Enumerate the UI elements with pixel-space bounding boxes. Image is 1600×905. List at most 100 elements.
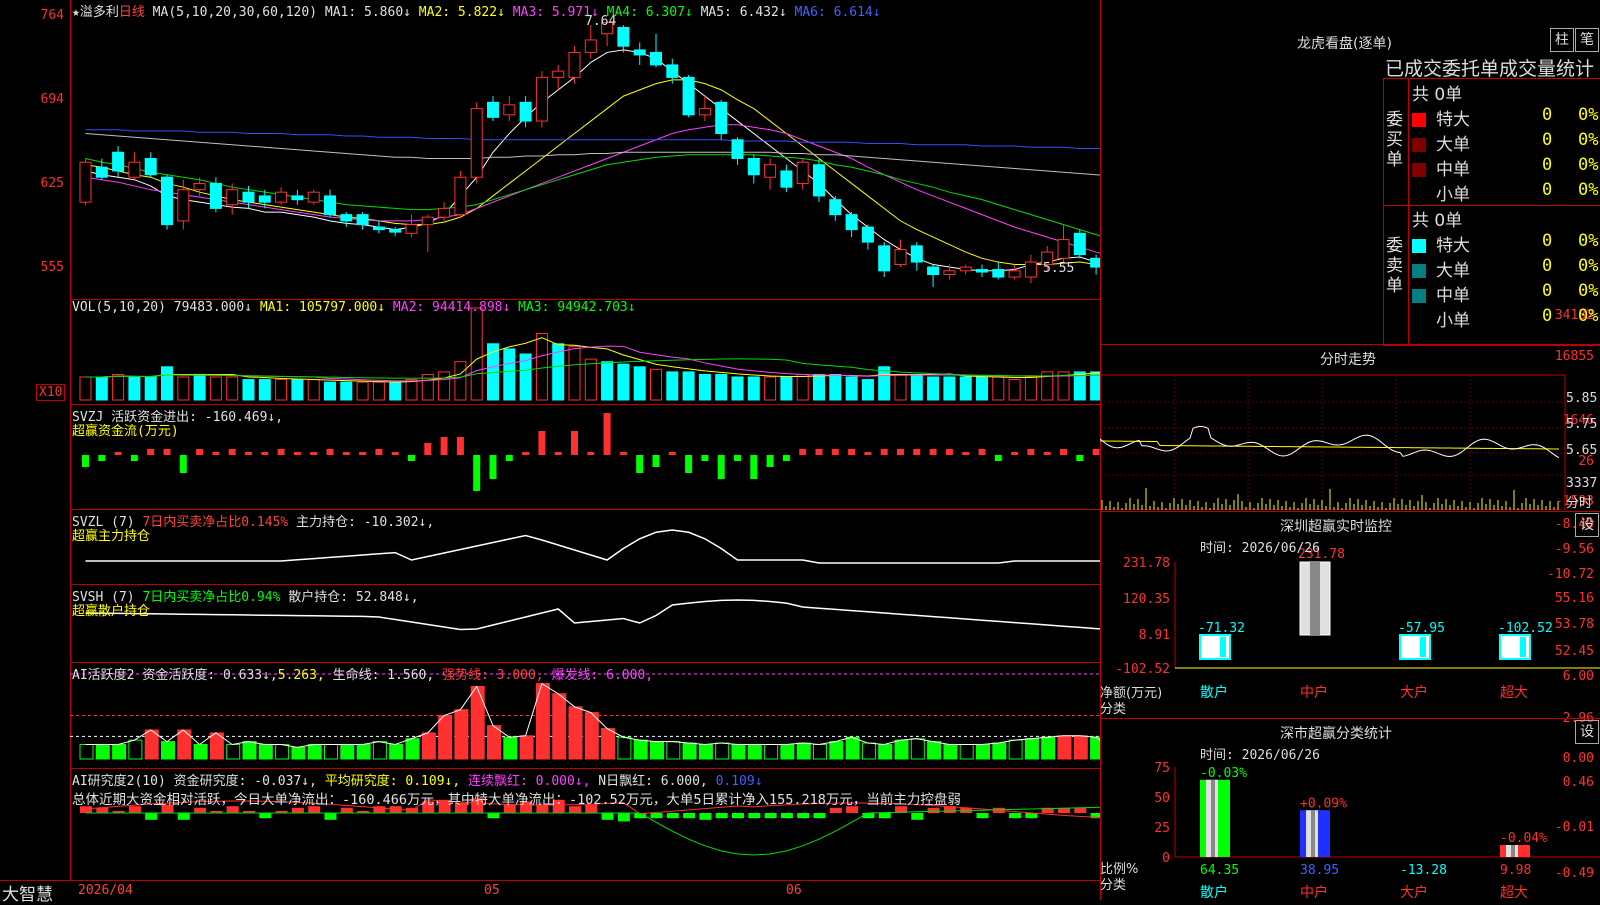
classification-panel[interactable]: 75 50 25 0 -0.03% 64.35 散户 +0.09% 38.95 中户 -13.28 大…: [1100, 718, 1600, 901]
class-category-label: 中户: [1300, 884, 1328, 901]
buy-percent: 0%: [1578, 180, 1599, 200]
volume-header: VOL(5,10,20) 79483.000↓ MA1: 105797.000↓…: [72, 300, 636, 315]
ai-research-header: AI研究度2(10) 资金研究度: -0.037↓, 平均研究度: 0.109↓…: [72, 770, 763, 789]
activity-bar: [340, 744, 355, 760]
class-y-label: 0: [1162, 851, 1170, 866]
classification-chart[interactable]: 75 50 25 0 -0.03% 64.35 散户 +0.09% 38.95 中户 -13.28 大…: [1100, 719, 1600, 901]
candle-body: [209, 182, 222, 209]
realtime-monitor-chart[interactable]: 231.78120.358.91-102.52-71.32散户231.78中户-…: [1100, 512, 1600, 718]
kline-chart[interactable]: [70, 0, 1100, 300]
activity-bar: [193, 744, 208, 760]
volume-bar: [340, 381, 353, 401]
monitor-bar-shade: [1420, 637, 1426, 657]
fund-flow-bar: [538, 431, 546, 455]
activity-bar: [813, 744, 827, 760]
fund-flow-bar: [717, 455, 725, 479]
activity-bar: [666, 741, 681, 760]
ma1-value: MA1: 5.860↓: [324, 5, 411, 20]
intraday-vol-max: 3337: [1566, 476, 1598, 491]
volume-bar: [389, 381, 402, 401]
vol-value: 79483.000↓: [173, 300, 253, 315]
class-top-label: -0.04%: [1500, 831, 1547, 846]
ma-line-2: [85, 79, 1100, 266]
activity-bar: [617, 736, 632, 760]
classification-title: 深市超赢分类统计: [1280, 726, 1392, 742]
period-label[interactable]: 日线: [119, 5, 145, 20]
buy-row: 特大 0 0%: [1412, 105, 1600, 130]
research-bar: [259, 813, 272, 819]
sell-row: 大单 0 0%: [1412, 256, 1600, 281]
volume-bar: [829, 373, 842, 401]
ai1-v2: 5.263,: [277, 668, 325, 683]
fund-flow-bar: [831, 449, 839, 455]
activity-bar: [161, 741, 175, 760]
ai1-burst: 爆发线: 6.000,: [551, 668, 654, 683]
bar-mode-button[interactable]: 柱: [1550, 28, 1574, 52]
candle-body: [535, 76, 548, 122]
fund-flow-bar: [505, 455, 513, 461]
candle-body: [177, 189, 190, 222]
fund-flow-bar: [359, 452, 367, 455]
fund-flow-bar: [489, 455, 497, 479]
volume-bar: [878, 366, 891, 401]
research-bar: [650, 813, 663, 819]
sell-row: 小单 0 0%: [1412, 306, 1600, 331]
activity-bar: [242, 741, 257, 760]
activity-bar: [356, 744, 371, 760]
fund-flow-bar: [375, 449, 383, 455]
volume-bar: [128, 376, 141, 401]
fund-flow-bar: [668, 452, 676, 455]
realtime-monitor-panel[interactable]: 231.78 120.35 8.91 -102.52 -71.32 散户 231.78 中户 -…: [1100, 511, 1600, 718]
x-label-april: 2026/04: [78, 883, 133, 898]
buy-label: 中单: [1436, 160, 1470, 180]
fund-flow-bar: [147, 449, 155, 455]
volume-bar: [1024, 376, 1037, 401]
candle-body: [144, 157, 157, 176]
intraday-chart[interactable]: [1100, 345, 1600, 510]
fund-flow-bar: [734, 455, 741, 461]
vol-unit-badge: X10: [36, 384, 66, 401]
fund-flow-bar: [913, 449, 921, 455]
ai-activity-header: AI活跃度2 资金活跃度: 0.633↓,5.263, 生命线: 1.560, …: [72, 664, 653, 683]
research-bar: [813, 813, 826, 819]
realtime-settings-button[interactable]: 设: [1575, 513, 1599, 537]
volume-bar: [291, 379, 304, 401]
buy-color-swatch: [1412, 188, 1426, 202]
buy-label: 委买单: [1386, 110, 1403, 170]
buy-row: 大单 0 0%: [1412, 130, 1600, 155]
svzj-subtitle: 超赢资金流(万元): [72, 424, 179, 439]
svsh-ratio: 7日内买卖净占比0.94%: [142, 590, 281, 605]
candle-body: [584, 39, 597, 53]
volume-bar: [617, 363, 630, 401]
ai1-life: 生命线: 1.560,: [332, 668, 435, 683]
volume-bar: [813, 373, 825, 401]
tick-mode-button[interactable]: 笔: [1575, 28, 1599, 52]
candle-body: [764, 164, 777, 178]
candle-body: [861, 226, 874, 243]
volume-chart[interactable]: [70, 300, 1100, 405]
fund-flow-bar: [179, 455, 187, 473]
class-bottom-label: -13.28: [1400, 863, 1447, 878]
volume-bar: [275, 379, 288, 401]
volume-bar: [470, 307, 483, 401]
ma-line-6: [85, 129, 1100, 150]
candle-body: [193, 182, 206, 191]
fund-flow-bar: [619, 452, 627, 455]
candle-body: [992, 269, 1005, 278]
realtime-time: 时间: 2026/06/26: [1200, 541, 1320, 556]
activity-bar: [503, 736, 518, 760]
activity-bar: [927, 741, 942, 760]
candle-body: [128, 161, 141, 178]
classification-settings-button[interactable]: 设: [1575, 720, 1599, 744]
fund-flow-bar: [114, 452, 122, 455]
classification-time: 时间: 2026/06/26: [1200, 748, 1320, 763]
candle-body: [454, 176, 467, 216]
buy-color-swatch: [1412, 113, 1426, 127]
fund-flow-bar: [310, 452, 318, 455]
classification-axis-bot: 分类: [1100, 878, 1127, 893]
kline-panel[interactable]: [70, 0, 1100, 300]
volume-bar: [209, 376, 222, 401]
fund-flow-bar: [1027, 449, 1035, 455]
activity-bar: [438, 715, 453, 760]
x-axis: [0, 880, 1100, 901]
